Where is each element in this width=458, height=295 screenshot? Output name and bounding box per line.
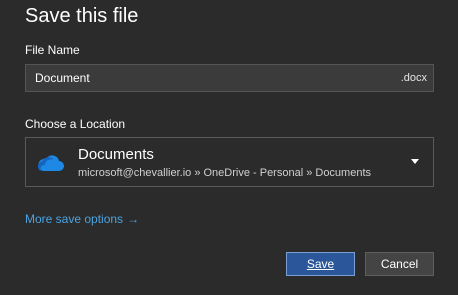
more-save-options-link[interactable]: More save options → (25, 212, 139, 227)
location-name: Documents (78, 146, 154, 163)
cancel-button[interactable]: Cancel (365, 252, 434, 276)
onedrive-cloud-icon (37, 155, 64, 171)
location-path: microsoft@chevallier.io » OneDrive - Per… (78, 167, 372, 179)
file-extension: .docx (400, 72, 427, 84)
location-label: Choose a Location (25, 117, 126, 131)
location-dropdown[interactable]: Documents microsoft@chevallier.io » OneD… (25, 137, 434, 187)
dialog-title: Save this file (25, 5, 139, 27)
more-save-options-label[interactable]: More save options (25, 212, 123, 227)
file-name-value[interactable]: Document (35, 71, 90, 85)
file-name-label: File Name (25, 43, 80, 57)
file-name-input[interactable]: Document .docx (25, 64, 434, 92)
save-button[interactable]: Save (286, 252, 355, 276)
arrow-right-icon: → (127, 212, 140, 226)
save-dialog: Save this file File Name Document .docx … (0, 0, 458, 295)
chevron-down-icon[interactable] (411, 159, 419, 164)
